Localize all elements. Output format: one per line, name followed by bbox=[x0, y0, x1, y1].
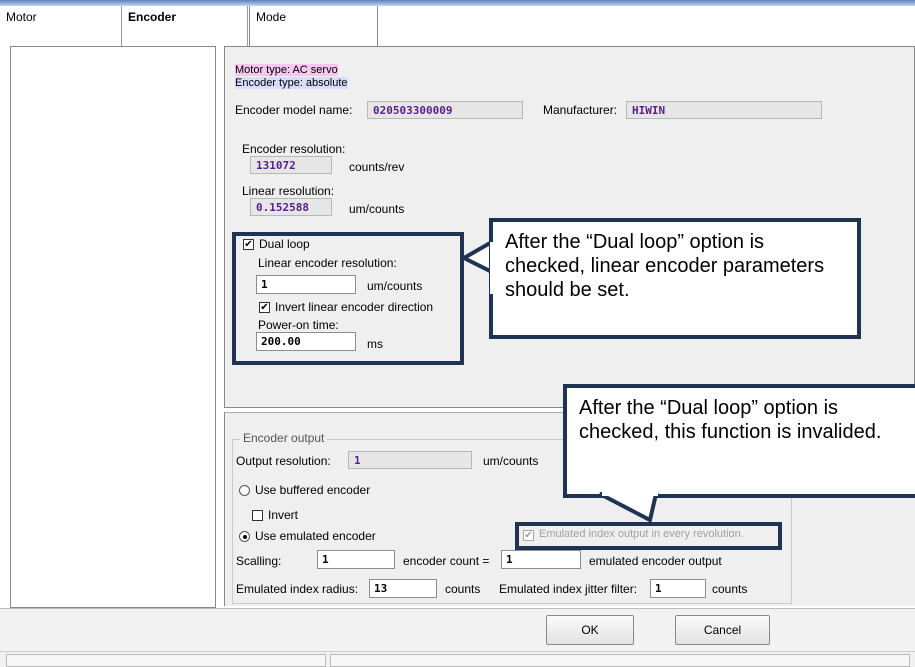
callout-pointer-mask bbox=[490, 242, 498, 294]
use-buffered-radio[interactable] bbox=[239, 485, 250, 496]
index-radius-label: Emulated index radius: bbox=[236, 582, 359, 596]
status-segment-left bbox=[6, 654, 326, 667]
output-resolution-unit: um/counts bbox=[483, 454, 539, 468]
emulated-output-label: emulated encoder output bbox=[589, 554, 722, 568]
encoder-output-group-label: Encoder output bbox=[240, 431, 328, 445]
tab-encoder[interactable]: Encoder bbox=[122, 6, 248, 46]
tab-bar: Motor Encoder Mode bbox=[0, 6, 915, 46]
jitter-filter-unit: counts bbox=[712, 582, 748, 596]
invert-linear-direction-label: Invert linear encoder direction bbox=[275, 300, 434, 314]
invert-checkbox[interactable] bbox=[252, 510, 263, 521]
dual-loop-label: Dual loop bbox=[259, 237, 310, 251]
encoder-resolution-label: Encoder resolution: bbox=[242, 142, 346, 156]
ok-button[interactable]: OK bbox=[546, 615, 634, 645]
callout-index-output-note: After the “Dual loop” option is checked,… bbox=[563, 384, 915, 498]
emulated-index-label: Emulated index output in every revolutio… bbox=[539, 528, 744, 540]
callout-text: After the “Dual loop” option is checked,… bbox=[505, 231, 825, 301]
tab-label: Mode bbox=[256, 10, 287, 24]
linear-resolution-unit: um/counts bbox=[349, 202, 405, 216]
tab-label: Motor bbox=[6, 10, 37, 24]
callout-dual-loop-note: After the “Dual loop” option is checked,… bbox=[489, 218, 861, 339]
status-segment-right bbox=[330, 654, 910, 667]
scalling-input[interactable]: 1 bbox=[317, 550, 395, 569]
invert-label: Invert bbox=[268, 508, 299, 522]
use-emulated-label: Use emulated encoder bbox=[255, 529, 376, 543]
scalling-label: Scalling: bbox=[236, 554, 282, 568]
encoder-count-input[interactable]: 1 bbox=[501, 550, 581, 569]
manufacturer-field: HIWIN bbox=[626, 101, 822, 119]
tab-label: Encoder bbox=[128, 10, 177, 24]
output-resolution-label: Output resolution: bbox=[236, 454, 331, 468]
encoder-model-label: Encoder model name: bbox=[235, 103, 353, 117]
button-bar bbox=[0, 608, 915, 651]
use-emulated-radio[interactable] bbox=[239, 531, 250, 542]
linear-encoder-resolution-unit: um/counts bbox=[367, 279, 423, 293]
power-on-time-input[interactable]: 200.00 bbox=[256, 332, 356, 351]
motor-type-label: Motor type: AC servo bbox=[235, 64, 338, 76]
jitter-filter-label: Emulated index jitter filter: bbox=[499, 582, 638, 596]
power-on-time-unit: ms bbox=[367, 337, 383, 351]
power-on-time-label: Power-on time: bbox=[258, 318, 339, 332]
linear-resolution-field: 0.152588 bbox=[250, 198, 332, 216]
index-radius-input[interactable]: 13 bbox=[369, 579, 437, 598]
linear-encoder-resolution-label: Linear encoder resolution: bbox=[258, 256, 397, 270]
encoder-count-label: encoder count = bbox=[403, 554, 490, 568]
invert-linear-direction-checkbox[interactable]: ✔ bbox=[259, 302, 270, 313]
encoder-type-label: Encoder type: absolute bbox=[235, 77, 348, 89]
tab-mode[interactable]: Mode bbox=[249, 6, 378, 46]
manufacturer-label: Manufacturer: bbox=[543, 103, 618, 117]
index-radius-unit: counts bbox=[445, 582, 481, 596]
linear-encoder-resolution-input[interactable]: 1 bbox=[256, 275, 356, 294]
jitter-filter-input[interactable]: 1 bbox=[650, 579, 706, 598]
emulated-index-checkbox[interactable]: ✔ bbox=[523, 530, 534, 541]
dual-loop-checkbox[interactable]: ✔ bbox=[243, 239, 254, 250]
callout-pointer-mask bbox=[602, 488, 658, 496]
encoder-resolution-field: 131072 bbox=[250, 156, 332, 174]
output-resolution-field: 1 bbox=[348, 451, 472, 469]
left-pane bbox=[10, 46, 216, 608]
use-buffered-label: Use buffered encoder bbox=[255, 483, 371, 497]
linear-resolution-label: Linear resolution: bbox=[242, 184, 335, 198]
encoder-resolution-unit: counts/rev bbox=[349, 160, 405, 174]
encoder-model-field: 020503300009 bbox=[367, 101, 523, 119]
callout-text: After the “Dual loop” option is checked,… bbox=[579, 397, 882, 443]
cancel-button[interactable]: Cancel bbox=[675, 615, 770, 645]
tab-motor[interactable]: Motor bbox=[0, 6, 122, 46]
